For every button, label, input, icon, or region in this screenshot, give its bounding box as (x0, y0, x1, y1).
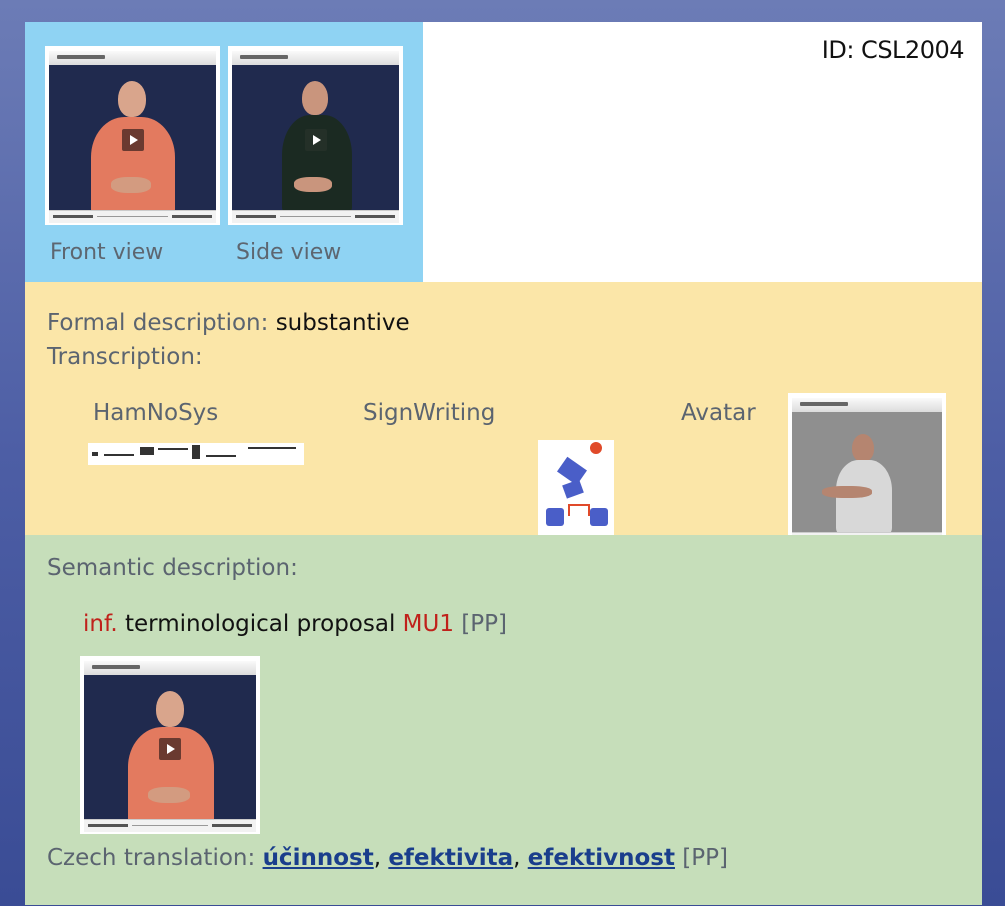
semantic-text: terminological proposal (125, 611, 396, 637)
front-view-video[interactable] (45, 46, 220, 225)
avatar-figure (792, 412, 942, 532)
hamnosys-label: HamNoSys (93, 400, 219, 426)
czech-translation: Czech translation: účinnost, efektivita,… (47, 845, 728, 871)
semantic-description-label: Semantic description: (47, 555, 298, 581)
semantic-definition: inf. terminological proposal MU1 [PP] (83, 611, 507, 637)
avatar-label: Avatar (681, 400, 756, 426)
translation-link-efektivnost[interactable]: efektivnost (528, 845, 675, 871)
semantic-code: MU1 (402, 611, 454, 637)
formal-description: Formal description: substantive (47, 310, 410, 336)
video-section: Front view Side view (25, 22, 423, 282)
formal-description-label: Formal description: (47, 310, 269, 336)
formal-section: Formal description: substantive Transcri… (25, 282, 982, 545)
formal-description-value: substantive (275, 310, 410, 336)
semantic-section: Semantic description: inf. terminologica… (25, 535, 982, 905)
signwriting-label: SignWriting (363, 400, 496, 426)
semantic-video[interactable] (80, 656, 260, 834)
side-view-video[interactable] (228, 46, 403, 225)
video-title-bar (232, 51, 399, 65)
sign-entry-card: Front view Side view ID: CSL2004 Formal … (25, 22, 982, 905)
entry-id: ID: CSL2004 (821, 36, 965, 64)
play-icon[interactable] (305, 129, 327, 151)
front-view-label: Front view (50, 240, 164, 265)
translation-link-ucinnost[interactable]: účinnost (263, 845, 374, 871)
video-controls[interactable] (84, 819, 256, 832)
video-title-bar (84, 661, 256, 675)
video-controls[interactable] (49, 210, 216, 223)
translation-link-efektivita[interactable]: efektivita (388, 845, 513, 871)
czech-translation-label: Czech translation: (47, 845, 256, 871)
video-controls[interactable] (232, 210, 399, 223)
transcription-label: Transcription: (47, 344, 203, 370)
hamnosys-notation (88, 443, 304, 465)
semantic-abbrev: inf. (83, 611, 118, 637)
semantic-source: [PP] (461, 611, 507, 637)
signwriting-glyph (538, 440, 614, 536)
play-icon[interactable] (159, 738, 181, 760)
video-title-bar (792, 398, 942, 412)
avatar-video[interactable] (788, 393, 946, 545)
translation-source: [PP] (682, 845, 728, 871)
side-view-label: Side view (236, 240, 342, 265)
play-icon[interactable] (122, 129, 144, 151)
video-title-bar (49, 51, 216, 65)
